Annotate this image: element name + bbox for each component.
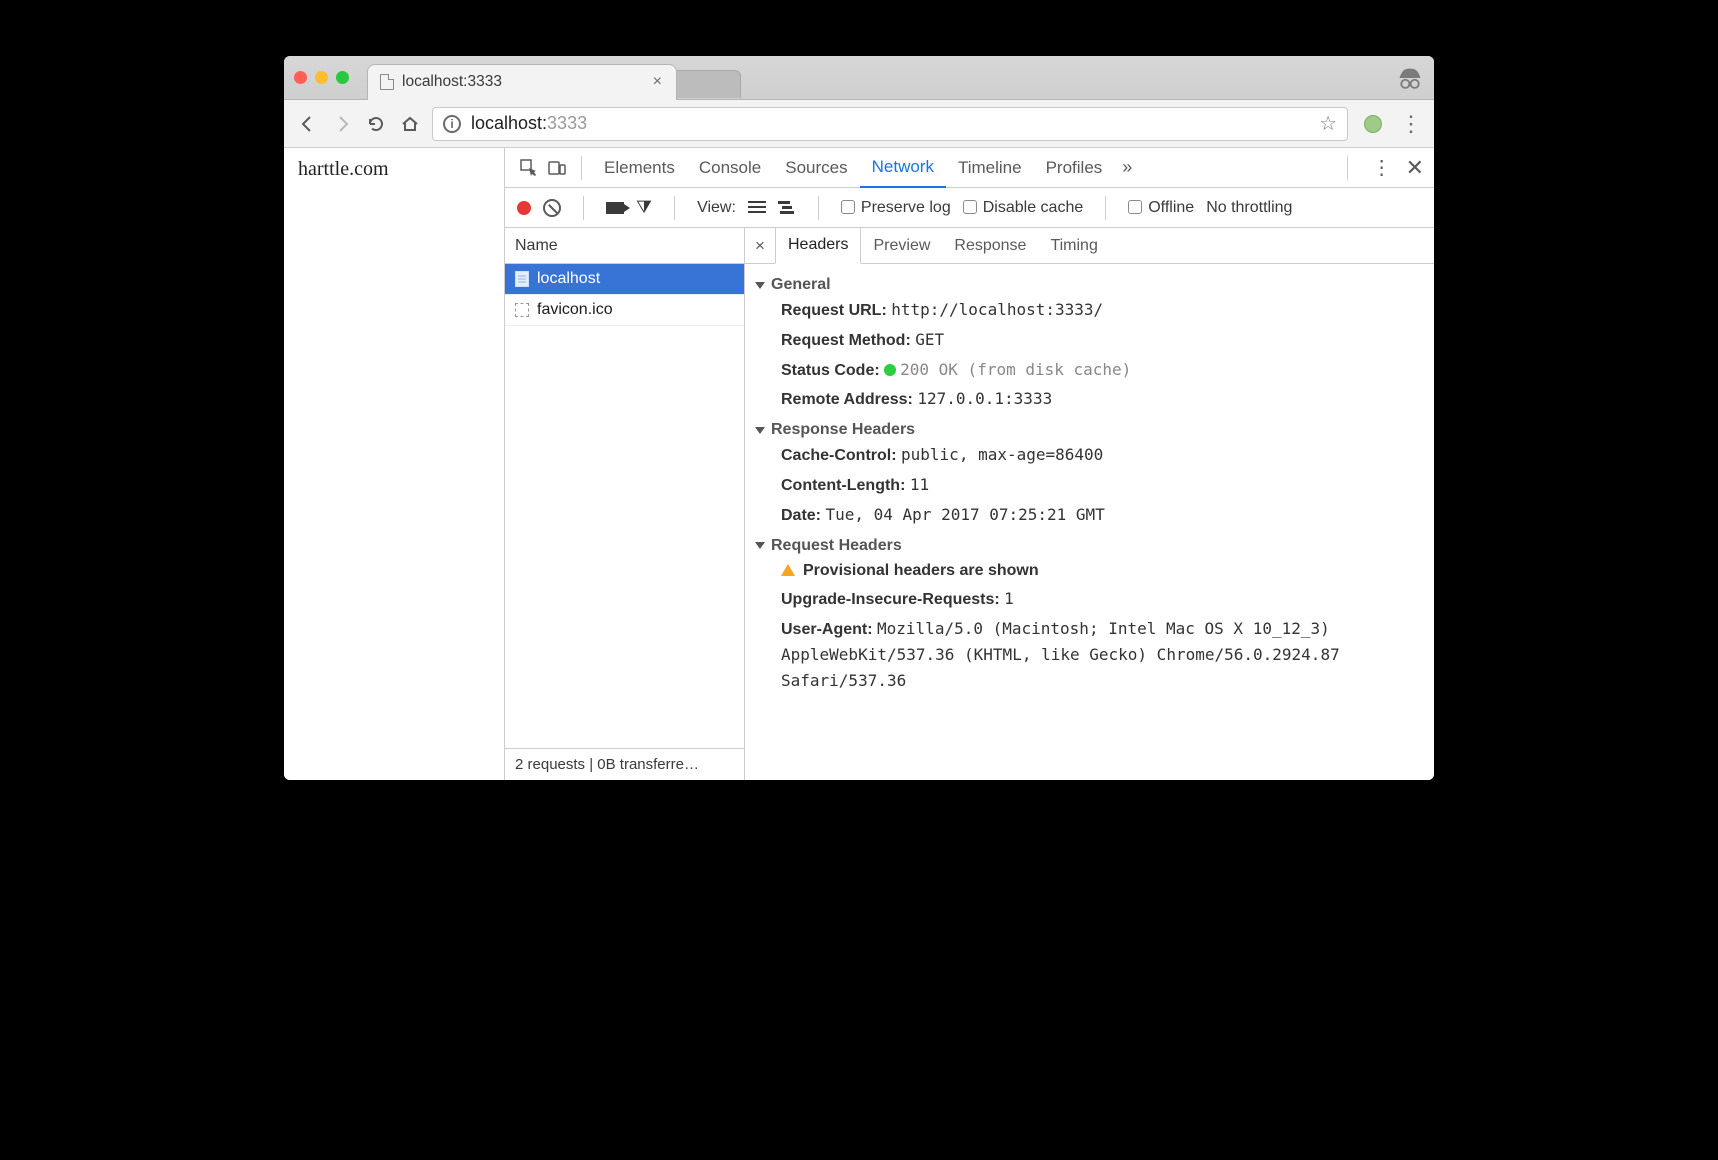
filter-icon[interactable]: ⧩ bbox=[636, 197, 652, 218]
devtools-tab-network[interactable]: Network bbox=[860, 148, 946, 188]
request-detail: × HeadersPreviewResponseTiming General R… bbox=[745, 228, 1434, 780]
document-icon bbox=[515, 271, 529, 287]
favicon-icon bbox=[515, 303, 529, 317]
warning-icon bbox=[781, 564, 795, 576]
detail-tab-timing[interactable]: Timing bbox=[1038, 228, 1109, 264]
network-toolbar: ⧩ View: Preserve log Disable cache Offli… bbox=[505, 188, 1434, 228]
detail-tabbar: × HeadersPreviewResponseTiming bbox=[745, 228, 1434, 264]
browser-toolbar: i localhost:3333 ☆ ⋮ bbox=[284, 100, 1434, 148]
detail-body: General Request URL: http://localhost:33… bbox=[745, 264, 1434, 780]
section-response-headers: Response Headers Cache-Control: public, … bbox=[755, 421, 1424, 530]
disclosure-triangle-icon bbox=[755, 427, 765, 434]
disable-cache-checkbox[interactable]: Disable cache bbox=[963, 199, 1084, 217]
view-list-icon[interactable] bbox=[748, 201, 766, 215]
inspect-element-icon[interactable] bbox=[515, 154, 543, 182]
bookmark-star-icon[interactable]: ☆ bbox=[1319, 111, 1337, 136]
detail-tab-response[interactable]: Response bbox=[942, 228, 1038, 264]
disclosure-triangle-icon bbox=[755, 542, 765, 549]
separator bbox=[674, 196, 675, 220]
detail-close-icon[interactable]: × bbox=[745, 236, 775, 256]
preserve-log-checkbox[interactable]: Preserve log bbox=[841, 199, 951, 217]
devtools-tab-elements[interactable]: Elements bbox=[592, 148, 687, 188]
clear-button[interactable] bbox=[543, 199, 561, 217]
offline-checkbox[interactable]: Offline bbox=[1128, 199, 1194, 217]
section-toggle[interactable]: General bbox=[755, 276, 1424, 294]
inactive-tab[interactable] bbox=[671, 70, 741, 98]
request-row[interactable]: favicon.ico bbox=[505, 295, 744, 326]
forward-button[interactable] bbox=[330, 112, 354, 136]
throttling-select[interactable]: No throttling bbox=[1206, 199, 1292, 217]
home-button[interactable] bbox=[398, 112, 422, 136]
view-waterfall-icon[interactable] bbox=[778, 201, 796, 215]
tab-close-icon[interactable]: × bbox=[653, 73, 662, 91]
devtools-more-tabs[interactable]: » bbox=[1114, 157, 1140, 178]
browser-window: localhost:3333 × i localhost:3333 ☆ ⋮ ha… bbox=[284, 56, 1434, 780]
record-button[interactable] bbox=[517, 201, 531, 215]
extension-icon[interactable] bbox=[1364, 115, 1382, 133]
network-body: Name localhost favicon.ico 2 requests | 0… bbox=[505, 228, 1434, 780]
request-name: localhost bbox=[537, 270, 600, 288]
separator bbox=[1105, 196, 1106, 220]
tab-title: localhost:3333 bbox=[402, 73, 645, 91]
screenshot-icon[interactable] bbox=[606, 202, 624, 214]
devtools-tab-profiles[interactable]: Profiles bbox=[1034, 148, 1115, 188]
page-text: harttle.com bbox=[298, 158, 389, 180]
traffic-lights bbox=[294, 71, 349, 84]
page-viewport: harttle.com bbox=[284, 148, 504, 780]
site-info-icon[interactable]: i bbox=[443, 115, 461, 133]
browser-tab[interactable]: localhost:3333 × bbox=[367, 64, 677, 100]
window-close-light[interactable] bbox=[294, 71, 307, 84]
device-toolbar-icon[interactable] bbox=[543, 154, 571, 182]
browser-menu-icon[interactable]: ⋮ bbox=[1400, 111, 1422, 137]
window-minimize-light[interactable] bbox=[315, 71, 328, 84]
reload-button[interactable] bbox=[364, 112, 388, 136]
request-list: Name localhost favicon.ico 2 requests | 0… bbox=[505, 228, 745, 780]
devtools-tab-timeline[interactable]: Timeline bbox=[946, 148, 1034, 188]
detail-tab-headers[interactable]: Headers bbox=[775, 228, 861, 264]
separator bbox=[818, 196, 819, 220]
devtools-close-icon[interactable]: ✕ bbox=[1406, 155, 1424, 181]
back-button[interactable] bbox=[296, 112, 320, 136]
url-text: localhost:3333 bbox=[471, 113, 587, 134]
address-bar[interactable]: i localhost:3333 ☆ bbox=[432, 107, 1348, 141]
tab-strip: localhost:3333 × bbox=[284, 56, 1434, 100]
network-status-bar: 2 requests | 0B transferre… bbox=[505, 748, 744, 780]
devtools-tab-console[interactable]: Console bbox=[687, 148, 773, 188]
page-icon bbox=[380, 74, 394, 90]
window-zoom-light[interactable] bbox=[336, 71, 349, 84]
view-label: View: bbox=[697, 199, 736, 217]
devtools-tabbar: ElementsConsoleSourcesNetworkTimelinePro… bbox=[505, 148, 1434, 188]
section-toggle[interactable]: Response Headers bbox=[755, 421, 1424, 439]
section-general: General Request URL: http://localhost:33… bbox=[755, 276, 1424, 415]
separator bbox=[581, 156, 582, 180]
separator bbox=[1347, 156, 1348, 180]
devtools-menu-icon[interactable]: ⋮ bbox=[1372, 155, 1392, 180]
section-toggle[interactable]: Request Headers bbox=[755, 537, 1424, 555]
section-request-headers: Request Headers Provisional headers are … bbox=[755, 537, 1424, 697]
separator bbox=[583, 196, 584, 220]
devtools-tab-sources[interactable]: Sources bbox=[773, 148, 859, 188]
detail-tab-preview[interactable]: Preview bbox=[861, 228, 942, 264]
content-area: harttle.com ElementsConsoleSourcesNetwor… bbox=[284, 148, 1434, 780]
request-list-header[interactable]: Name bbox=[505, 228, 744, 264]
devtools-panel: ElementsConsoleSourcesNetworkTimelinePro… bbox=[504, 148, 1434, 780]
status-ok-icon bbox=[884, 364, 896, 376]
incognito-icon bbox=[1396, 66, 1424, 90]
disclosure-triangle-icon bbox=[755, 282, 765, 289]
request-row[interactable]: localhost bbox=[505, 264, 744, 295]
request-name: favicon.ico bbox=[537, 301, 613, 319]
